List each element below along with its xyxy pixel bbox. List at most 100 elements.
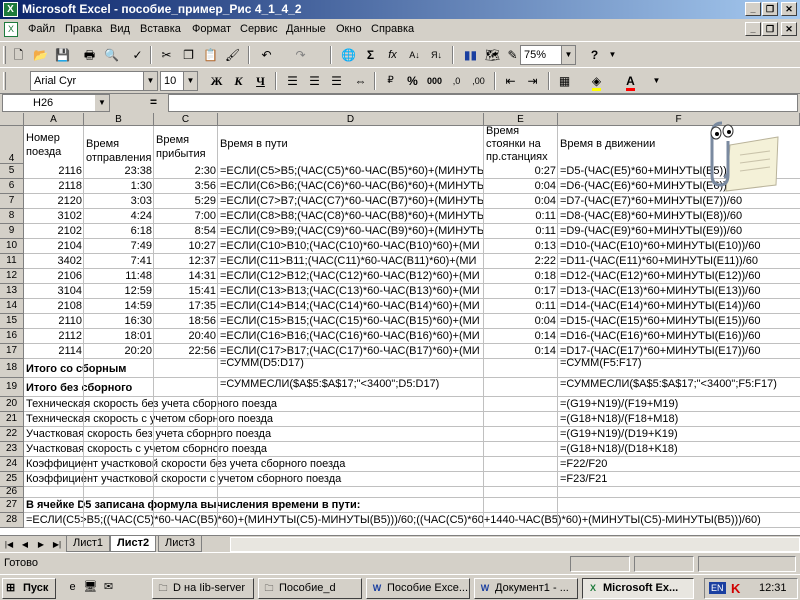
stop-time-cell[interactable]: 0:04 [484, 194, 558, 209]
row-header[interactable]: 18 [0, 359, 24, 378]
arrival-cell[interactable]: 14:31 [154, 269, 218, 284]
menu-file[interactable]: Файл [28, 23, 55, 35]
borders-icon[interactable]: ▦ [554, 71, 575, 91]
bold-button[interactable]: Ж [206, 71, 227, 91]
row-header[interactable]: 23 [0, 442, 24, 457]
excel-app-icon[interactable]: X [3, 2, 18, 17]
stop-time-cell[interactable]: 0:11 [484, 299, 558, 314]
stop-time-cell[interactable]: 0:13 [484, 239, 558, 254]
header-stop-time[interactable]: Время стоянки на пр.станциях [484, 125, 558, 164]
italic-button[interactable]: К [228, 71, 249, 91]
taskbar-button[interactable]: W Документ1 - ... [474, 578, 578, 599]
speed-label-cell[interactable]: Коэффициент участковой скорости без учет… [24, 457, 347, 472]
column-header-b[interactable]: B [84, 113, 154, 126]
stop-time-cell[interactable]: 0:27 [484, 164, 558, 179]
speed-label-cell[interactable]: Коэффициент участковой скорости с учетом… [24, 472, 343, 487]
doc-close-button[interactable]: ✕ [781, 22, 797, 36]
arrival-cell[interactable]: 22:56 [154, 344, 218, 359]
sort-descending-icon[interactable]: Я↓ [426, 45, 447, 65]
travel-time-formula-cell[interactable]: =ЕСЛИ(C13>B13;(ЧАС(C13)*60-ЧАС(B13)*60)+… [218, 284, 484, 299]
departure-cell[interactable]: 7:49 [84, 239, 154, 254]
percent-button[interactable]: % [402, 71, 423, 91]
travel-time-formula-cell[interactable]: =ЕСЛИ(C6>B6;(ЧАС(C6)*60-ЧАС(B6)*60)+(МИН… [218, 179, 484, 194]
travel-time-formula-cell[interactable]: =ЕСЛИ(C8>B8;(ЧАС(C8)*60-ЧАС(B8)*60)+(МИН… [218, 209, 484, 224]
departure-cell[interactable]: 6:18 [84, 224, 154, 239]
hyperlink-icon[interactable]: 🌐 [338, 45, 359, 65]
row-header[interactable]: 5 [0, 164, 24, 179]
row-header[interactable]: 6 [0, 179, 24, 194]
departure-cell[interactable]: 4:24 [84, 209, 154, 224]
row-header[interactable]: 21 [0, 412, 24, 427]
travel-time-formula-cell[interactable]: =ЕСЛИ(C14>B14;(ЧАС(C14)*60-ЧАС(B14)*60)+… [218, 299, 484, 314]
row-header[interactable]: 27 [0, 498, 24, 513]
arrival-cell[interactable]: 5:29 [154, 194, 218, 209]
start-button[interactable]: ⊞ Пуск [2, 578, 56, 599]
outlook-icon[interactable]: ✉ [98, 577, 119, 597]
travel-time-formula-cell[interactable]: =ЕСЛИ(C15>B15;(ЧАС(C15)*60-ЧАС(B15)*60)+… [218, 314, 484, 329]
train-number-cell[interactable]: 2116 [24, 164, 84, 179]
doc-minimize-button[interactable]: _ [745, 22, 761, 36]
speed-formula-cell[interactable]: =(G19+N19)/(D19+K19) [558, 427, 680, 442]
paste-icon[interactable]: 📋 [200, 45, 221, 65]
header-travel-time[interactable]: Время в пути [218, 138, 484, 150]
moving-time-formula-cell[interactable]: =D15-(ЧАС(E15)*60+МИНУТЫ(E15))/60 [558, 314, 800, 329]
minimize-button[interactable]: _ [745, 2, 761, 16]
map-icon[interactable]: 🗺 [482, 45, 503, 65]
spelling-icon[interactable]: ✓ [127, 45, 148, 65]
office-assistant-clippy[interactable] [700, 115, 780, 195]
menu-window[interactable]: Окно [336, 23, 362, 35]
function-icon[interactable]: fx [382, 45, 403, 65]
speed-formula-cell[interactable]: =F22/F20 [558, 457, 609, 472]
increase-indent-icon[interactable]: ⇥ [522, 71, 543, 91]
departure-cell[interactable]: 3:03 [84, 194, 154, 209]
horizontal-scrollbar[interactable] [230, 537, 800, 552]
taskbar-button-active[interactable]: X Microsoft Ex... [582, 578, 694, 599]
speed-formula-cell[interactable]: =(G18+N18)/(F18+M18) [558, 412, 680, 427]
decrease-indent-icon[interactable]: ⇤ [500, 71, 521, 91]
speed-formula-cell[interactable]: =(G18+N18)/(D18+K18) [558, 442, 680, 457]
stop-time-cell[interactable]: 2:22 [484, 254, 558, 269]
print-icon[interactable]: 🖶 [79, 45, 100, 65]
departure-cell[interactable]: 23:38 [84, 164, 154, 179]
increase-decimal-icon[interactable]: ,0 [446, 71, 467, 91]
menu-view[interactable]: Вид [110, 23, 130, 35]
next-sheet-icon[interactable]: ▶ [34, 538, 48, 551]
arrival-cell[interactable]: 7:00 [154, 209, 218, 224]
row-header[interactable]: 10 [0, 239, 24, 254]
travel-time-formula-cell[interactable]: =ЕСЛИ(C5>B5;(ЧАС(C5)*60-ЧАС(B5)*60)+(МИН… [218, 164, 484, 179]
row-header[interactable]: 26 [0, 487, 24, 498]
stop-time-cell[interactable]: 0:04 [484, 314, 558, 329]
row-header[interactable]: 8 [0, 209, 24, 224]
first-sheet-icon[interactable]: |◀ [2, 538, 16, 551]
departure-cell[interactable]: 7:41 [84, 254, 154, 269]
row-header[interactable]: 17 [0, 344, 24, 359]
speed-label-cell[interactable]: Участковая скорость с учетом сборного по… [24, 442, 269, 457]
font-name-select[interactable]: Arial Cyr ▼ [30, 71, 158, 91]
toolbar-grip[interactable] [3, 72, 6, 90]
column-header-d[interactable]: D [218, 113, 484, 126]
print-preview-icon[interactable]: 🔍 [101, 45, 122, 65]
chevron-down-icon[interactable]: ▼ [95, 95, 109, 111]
prev-sheet-icon[interactable]: ◀ [18, 538, 32, 551]
decrease-decimal-icon[interactable]: ,00 [468, 71, 489, 91]
chevron-down-icon[interactable]: ▼ [183, 72, 197, 90]
travel-time-formula-cell[interactable]: =ЕСЛИ(C11>B11;(ЧАС(C11)*60-ЧАС(B11)*60)+… [218, 254, 484, 269]
redo-icon[interactable]: ↷ [290, 45, 311, 65]
speed-formula-cell[interactable]: =F23/F21 [558, 472, 609, 487]
header-departure[interactable]: Время отправления [84, 137, 154, 165]
menu-edit[interactable]: Правка [65, 23, 102, 35]
last-sheet-icon[interactable]: ▶| [50, 538, 64, 551]
sheet-tab[interactable]: Лист3 [158, 536, 203, 552]
speed-label-cell[interactable]: Участковая скорость без учета сборного п… [24, 427, 273, 442]
row-header[interactable]: 20 [0, 397, 24, 412]
close-button[interactable]: ✕ [781, 2, 797, 16]
stop-time-cell[interactable]: 0:04 [484, 179, 558, 194]
underline-button[interactable]: Ч [250, 71, 271, 91]
stop-time-cell[interactable]: 0:11 [484, 209, 558, 224]
train-number-cell[interactable]: 2112 [24, 329, 84, 344]
name-box[interactable]: H26 ▼ [2, 94, 110, 112]
format-painter-icon[interactable]: 🖌 [222, 45, 243, 65]
row-header[interactable]: 19 [0, 378, 24, 397]
column-header-c[interactable]: C [154, 113, 218, 126]
menu-data[interactable]: Данные [286, 23, 326, 35]
